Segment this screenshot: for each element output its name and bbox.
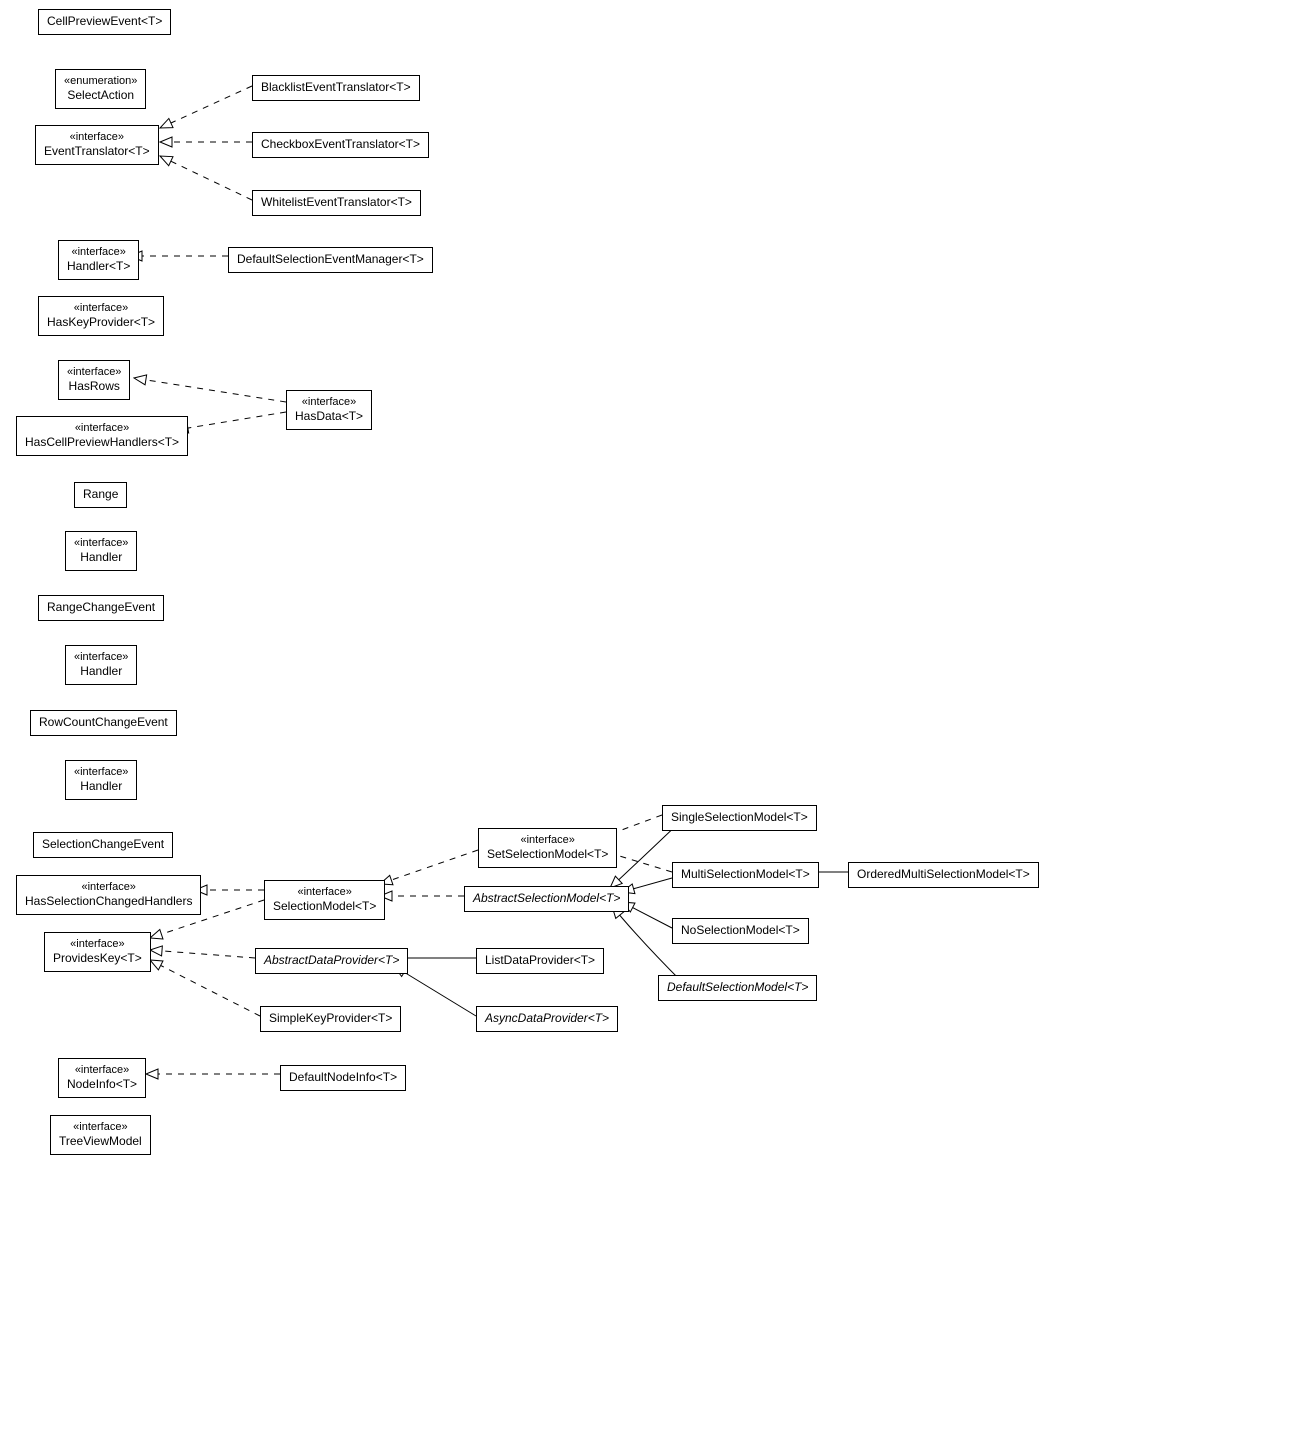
class-name: MultiSelectionModel<T> (681, 867, 810, 883)
class-name: AbstractDataProvider<T> (264, 953, 399, 969)
class-name: CheckboxEventTranslator<T> (261, 137, 420, 153)
class-name: RowCountChangeEvent (39, 715, 168, 731)
interface-treeviewmodel[interactable]: «interface» TreeViewModel (50, 1115, 151, 1155)
interface-handler-3[interactable]: «interface» Handler (65, 760, 137, 800)
class-cellpreviewevent[interactable]: CellPreviewEvent<T> (38, 9, 171, 35)
class-checkboxeventtranslator[interactable]: CheckboxEventTranslator<T> (252, 132, 429, 158)
class-name: NodeInfo<T> (67, 1077, 137, 1093)
class-defaultselectionmodel[interactable]: DefaultSelectionModel<T> (658, 975, 817, 1001)
stereotype-label: «interface» (53, 937, 142, 951)
interface-handler-t[interactable]: «interface» Handler<T> (58, 240, 139, 280)
class-range[interactable]: Range (74, 482, 127, 508)
class-name: ListDataProvider<T> (485, 953, 595, 969)
class-whitelisteventtranslator[interactable]: WhitelistEventTranslator<T> (252, 190, 421, 216)
class-name: DefaultNodeInfo<T> (289, 1070, 397, 1086)
interface-haskeyprovider[interactable]: «interface» HasKeyProvider<T> (38, 296, 164, 336)
class-name: Handler (74, 779, 128, 795)
stereotype-label: «interface» (74, 765, 128, 779)
interface-nodeinfo[interactable]: «interface» NodeInfo<T> (58, 1058, 146, 1098)
interface-eventtranslator[interactable]: «interface» EventTranslator<T> (35, 125, 159, 165)
interface-handler-1[interactable]: «interface» Handler (65, 531, 137, 571)
stereotype-label: «interface» (44, 130, 150, 144)
class-abstractdataprovider[interactable]: AbstractDataProvider<T> (255, 948, 408, 974)
class-blacklisteventtranslator[interactable]: BlacklistEventTranslator<T> (252, 75, 420, 101)
class-abstractselectionmodel[interactable]: AbstractSelectionModel<T> (464, 886, 629, 912)
class-name: Handler<T> (67, 259, 130, 275)
class-asyncdataprovider[interactable]: AsyncDataProvider<T> (476, 1006, 618, 1032)
class-name: HasRows (67, 379, 121, 395)
stereotype-label: «interface» (59, 1120, 142, 1134)
stereotype-label: «interface» (25, 421, 179, 435)
class-name: WhitelistEventTranslator<T> (261, 195, 412, 211)
stereotype-label: «interface» (67, 1063, 137, 1077)
class-name: SimpleKeyProvider<T> (269, 1011, 392, 1027)
interface-handler-2[interactable]: «interface» Handler (65, 645, 137, 685)
class-name: AsyncDataProvider<T> (485, 1011, 609, 1027)
class-name: HasCellPreviewHandlers<T> (25, 435, 179, 451)
class-name: AbstractSelectionModel<T> (473, 891, 620, 907)
class-name: SelectionModel<T> (273, 899, 376, 915)
class-name: TreeViewModel (59, 1134, 142, 1150)
class-rangechangeevent[interactable]: RangeChangeEvent (38, 595, 164, 621)
class-name: ProvidesKey<T> (53, 951, 142, 967)
class-name: SelectionChangeEvent (42, 837, 164, 853)
stereotype-label: «interface» (273, 885, 376, 899)
class-singleselectionmodel[interactable]: SingleSelectionModel<T> (662, 805, 817, 831)
stereotype-label: «interface» (67, 365, 121, 379)
stereotype-label: «interface» (295, 395, 363, 409)
interface-hasselectionchangedhandlers[interactable]: «interface» HasSelectionChangedHandlers (16, 875, 201, 915)
class-defaultselectioneventmanager[interactable]: DefaultSelectionEventManager<T> (228, 247, 433, 273)
class-name: Handler (74, 550, 128, 566)
uml-edges (0, 0, 1303, 1456)
interface-provideskey[interactable]: «interface» ProvidesKey<T> (44, 932, 151, 972)
class-name: HasSelectionChangedHandlers (25, 894, 192, 910)
stereotype-label: «enumeration» (64, 74, 137, 88)
stereotype-label: «interface» (67, 245, 130, 259)
class-selectaction[interactable]: «enumeration» SelectAction (55, 69, 146, 109)
class-multiselectionmodel[interactable]: MultiSelectionModel<T> (672, 862, 819, 888)
class-name: HasData<T> (295, 409, 363, 425)
class-rowcountchangeevent[interactable]: RowCountChangeEvent (30, 710, 177, 736)
stereotype-label: «interface» (74, 536, 128, 550)
class-orderedmultiselectionmodel[interactable]: OrderedMultiSelectionModel<T> (848, 862, 1039, 888)
class-simplekeyprovider[interactable]: SimpleKeyProvider<T> (260, 1006, 401, 1032)
class-noselectionmodel[interactable]: NoSelectionModel<T> (672, 918, 809, 944)
class-name: EventTranslator<T> (44, 144, 150, 160)
class-name: NoSelectionModel<T> (681, 923, 800, 939)
class-name: DefaultSelectionModel<T> (667, 980, 808, 996)
class-listdataprovider[interactable]: ListDataProvider<T> (476, 948, 604, 974)
class-name: RangeChangeEvent (47, 600, 155, 616)
interface-hascellpreviewhandlers[interactable]: «interface» HasCellPreviewHandlers<T> (16, 416, 188, 456)
interface-setselectionmodel[interactable]: «interface» SetSelectionModel<T> (478, 828, 617, 868)
class-name: Handler (74, 664, 128, 680)
class-name: HasKeyProvider<T> (47, 315, 155, 331)
stereotype-label: «interface» (25, 880, 192, 894)
interface-hasrows[interactable]: «interface» HasRows (58, 360, 130, 400)
stereotype-label: «interface» (47, 301, 155, 315)
stereotype-label: «interface» (74, 650, 128, 664)
class-name: OrderedMultiSelectionModel<T> (857, 867, 1030, 883)
interface-selectionmodel[interactable]: «interface» SelectionModel<T> (264, 880, 385, 920)
class-name: SelectAction (64, 88, 137, 104)
class-name: CellPreviewEvent<T> (47, 14, 162, 30)
class-selectionchangeevent[interactable]: SelectionChangeEvent (33, 832, 173, 858)
class-name: DefaultSelectionEventManager<T> (237, 252, 424, 268)
class-name: SetSelectionModel<T> (487, 847, 608, 863)
stereotype-label: «interface» (487, 833, 608, 847)
class-defaultnodeinfo[interactable]: DefaultNodeInfo<T> (280, 1065, 406, 1091)
class-name: SingleSelectionModel<T> (671, 810, 808, 826)
class-name: BlacklistEventTranslator<T> (261, 80, 411, 96)
interface-hasdata[interactable]: «interface» HasData<T> (286, 390, 372, 430)
class-name: Range (83, 487, 118, 503)
